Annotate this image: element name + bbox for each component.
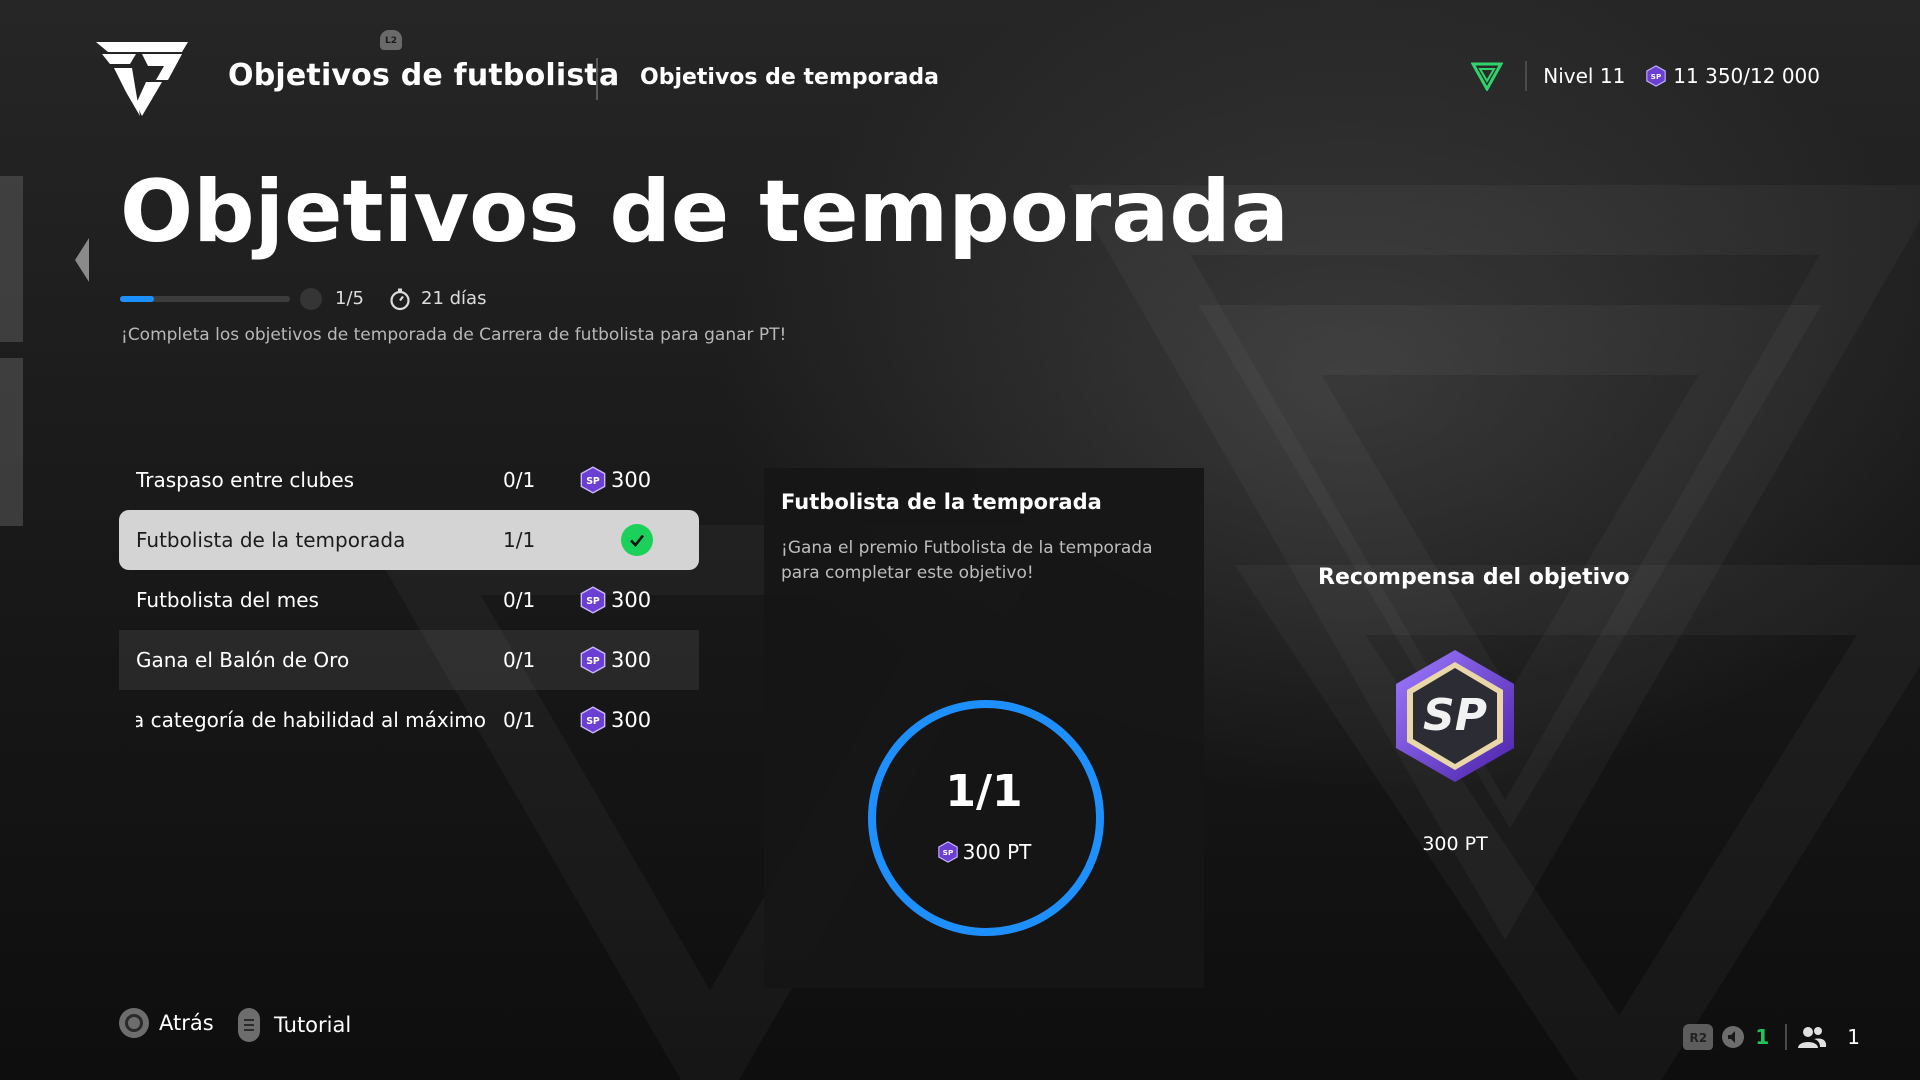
season-progress-bar	[120, 296, 290, 302]
svg-text:SP: SP	[586, 716, 600, 727]
detail-points: SP 300 PT	[764, 840, 1204, 864]
back-button[interactable]: Atrás	[119, 1008, 214, 1038]
speaker-icon	[1722, 1026, 1745, 1048]
sp-coin-icon: SP	[580, 706, 606, 734]
svg-text:SP: SP	[586, 596, 600, 607]
detail-description: ¡Gana el premio Futbolista de la tempora…	[781, 538, 1153, 583]
progress-marker	[300, 288, 322, 310]
objective-row-selected[interactable]: Futbolista de la temporada 1/1	[119, 510, 699, 570]
fc-logo	[96, 42, 188, 116]
page-title: Objetivos de temporada	[120, 162, 1289, 262]
header-divider	[596, 58, 598, 100]
previous-arrow-icon[interactable]	[75, 238, 89, 282]
online-count: 1	[1755, 1025, 1770, 1049]
objective-row[interactable]: Futbolista del mes 0/1 SP 300	[119, 570, 699, 630]
rank-shield-icon	[1471, 62, 1504, 91]
svg-text:SP: SP	[1651, 72, 1662, 81]
objective-row[interactable]: ia categoría de habilidad al máximo 0/1 …	[119, 690, 699, 750]
party-count: 1	[1847, 1025, 1860, 1049]
objective-count: 1/1	[503, 528, 536, 552]
timer-icon	[390, 288, 410, 311]
detail-progress: 1/1	[945, 766, 1023, 817]
objective-name: Futbolista del mes	[136, 588, 319, 612]
reward-points: 300 PT	[1422, 833, 1488, 855]
header-title: Objetivos de futbolista	[228, 58, 620, 93]
back-label: Atrás	[159, 1011, 214, 1035]
progress-ring	[868, 700, 1104, 936]
sp-coin-icon: SP	[580, 466, 606, 494]
r2-button-hint[interactable]: R2	[1683, 1024, 1714, 1050]
sp-coin-icon: SP	[580, 646, 606, 674]
progress-ring-arc	[868, 700, 1104, 936]
detail-points-value: 300 PT	[962, 840, 1032, 864]
objective-count: 0/1	[503, 648, 536, 672]
objective-reward: SP 300	[579, 646, 651, 674]
season-progress-fill	[120, 296, 154, 302]
objective-name: ia categoría de habilidad al máximo	[136, 708, 486, 732]
objective-reward-value: 300	[611, 588, 652, 612]
header-separator	[1525, 61, 1528, 91]
footer-separator	[1785, 1024, 1788, 1050]
days-remaining: 21 días	[421, 288, 487, 309]
tutorial-button[interactable]: Tutorial	[238, 1008, 351, 1042]
tutorial-label: Tutorial	[274, 1013, 352, 1037]
people-icon	[1798, 1027, 1827, 1048]
objective-reward: SP 300	[579, 706, 651, 734]
circle-button-icon	[119, 1008, 149, 1038]
svg-text:SP: SP	[586, 476, 600, 487]
level-label: Nivel 11	[1543, 64, 1626, 88]
objectives-list: Traspaso entre clubes 0/1 SP 300 Futboli…	[119, 450, 699, 750]
sp-coin-icon: SP	[580, 586, 606, 614]
svg-text:SP: SP	[942, 848, 953, 857]
objective-name: Futbolista de la temporada	[136, 528, 406, 552]
sp-coin-icon: SP	[1646, 65, 1667, 87]
objective-count: 0/1	[503, 708, 536, 732]
edge-panel	[0, 176, 23, 342]
player-level-summary: Nivel 11 SP 11 350/12 000	[1471, 60, 1820, 92]
header-subtitle: Objetivos de temporada	[640, 65, 940, 90]
objective-reward: SP 300	[579, 586, 651, 614]
objective-reward: SP 300	[579, 466, 651, 494]
objective-row[interactable]: Gana el Balón de Oro 0/1 SP 300	[119, 630, 699, 690]
progress-count: 1/5	[335, 288, 364, 309]
detail-title: Futbolista de la temporada	[781, 490, 1102, 514]
objective-name: Traspaso entre clubes	[136, 468, 355, 492]
l2-button-hint[interactable]: L2	[380, 30, 402, 50]
sp-coin-icon: SP	[937, 841, 958, 863]
objective-detail-panel: Futbolista de la temporada ¡Gana el prem…	[764, 468, 1204, 988]
edge-panel	[0, 358, 23, 526]
page-description: ¡Completa los objetivos de temporada de …	[121, 325, 787, 345]
reward-title: Recompensa del objetivo	[1318, 565, 1630, 590]
badge-text: SP	[1423, 690, 1487, 741]
objective-count: 0/1	[503, 468, 536, 492]
sp-reward-badge-icon: SP	[1396, 650, 1514, 782]
points-progress: 11 350/12 000	[1673, 64, 1820, 88]
status-bar: R2 1 1	[1683, 1024, 1860, 1050]
objective-row[interactable]: Traspaso entre clubes 0/1 SP 300	[119, 450, 699, 510]
svg-text:SP: SP	[586, 656, 600, 667]
objective-name: Gana el Balón de Oro	[136, 648, 350, 672]
objective-count: 0/1	[503, 588, 536, 612]
objective-reward-value: 300	[611, 708, 652, 732]
objective-reward-value: 300	[611, 648, 652, 672]
check-icon	[621, 524, 653, 556]
objective-reward-value: 300	[611, 468, 652, 492]
touchpad-button-icon	[238, 1008, 260, 1042]
